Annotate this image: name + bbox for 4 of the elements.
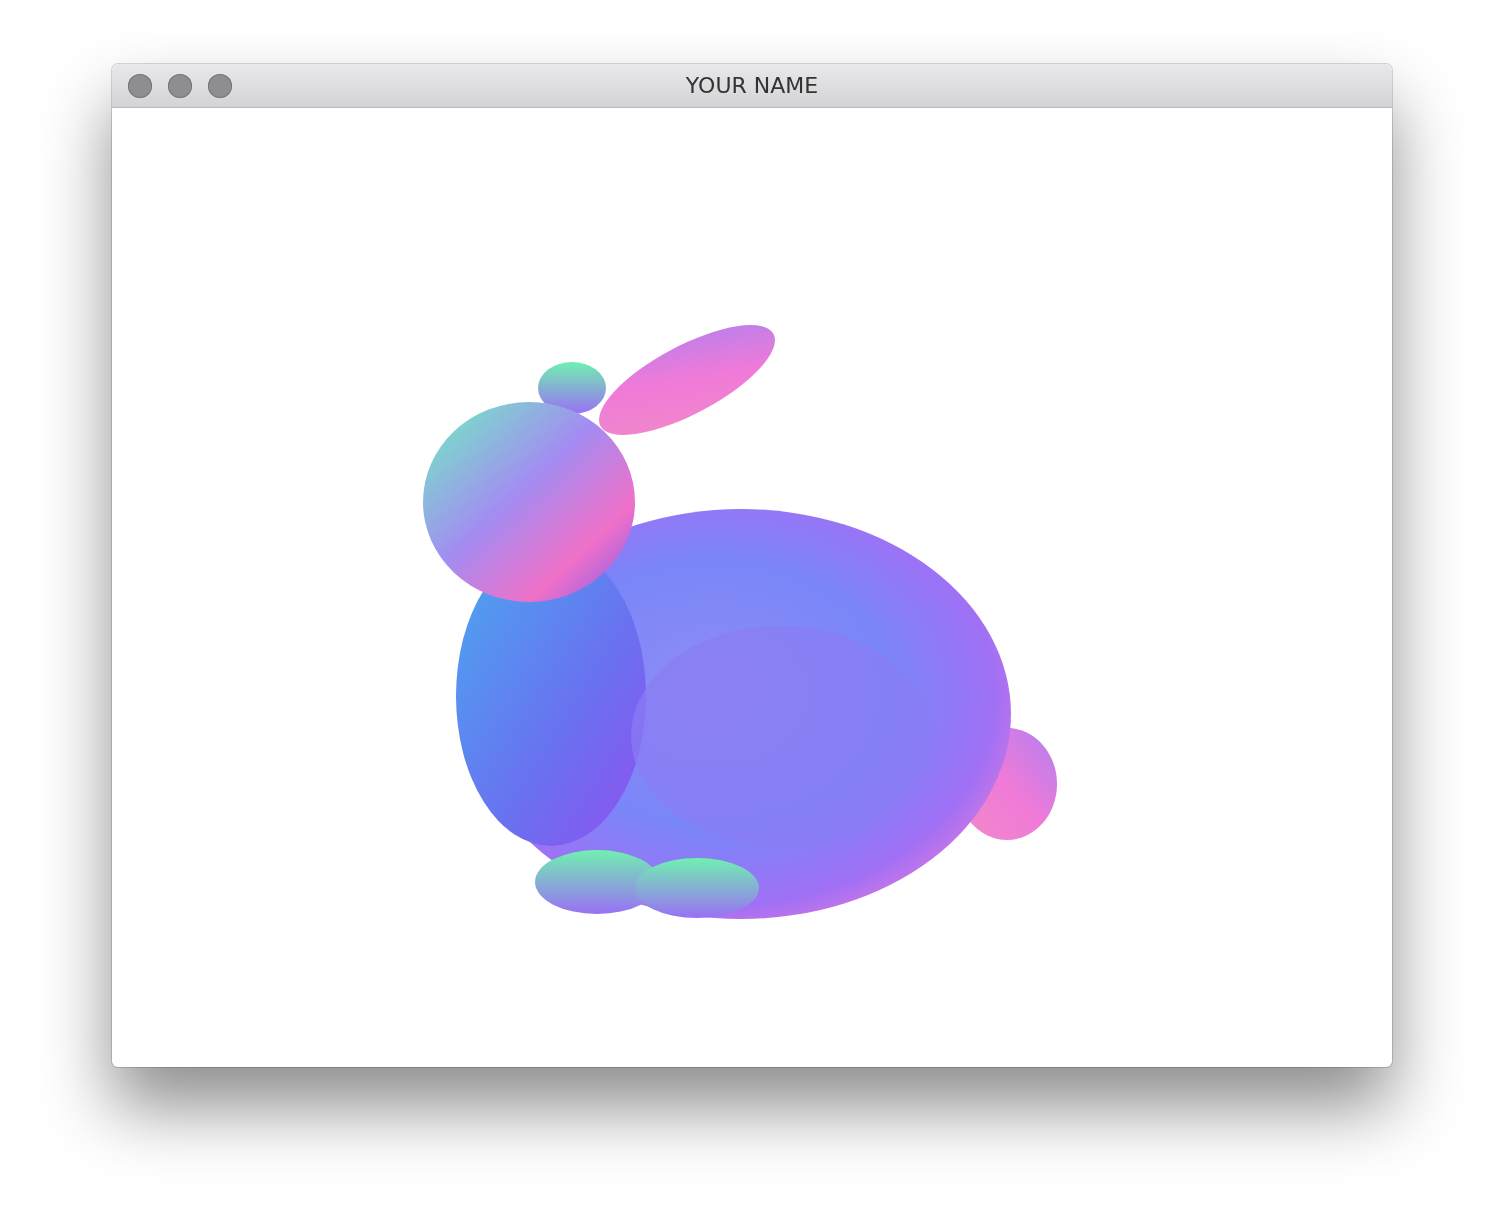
zoom-button[interactable] xyxy=(208,73,232,98)
minimize-button[interactable] xyxy=(168,73,192,98)
close-button[interactable] xyxy=(128,73,152,98)
window-title: YOUR NAME xyxy=(685,73,819,98)
